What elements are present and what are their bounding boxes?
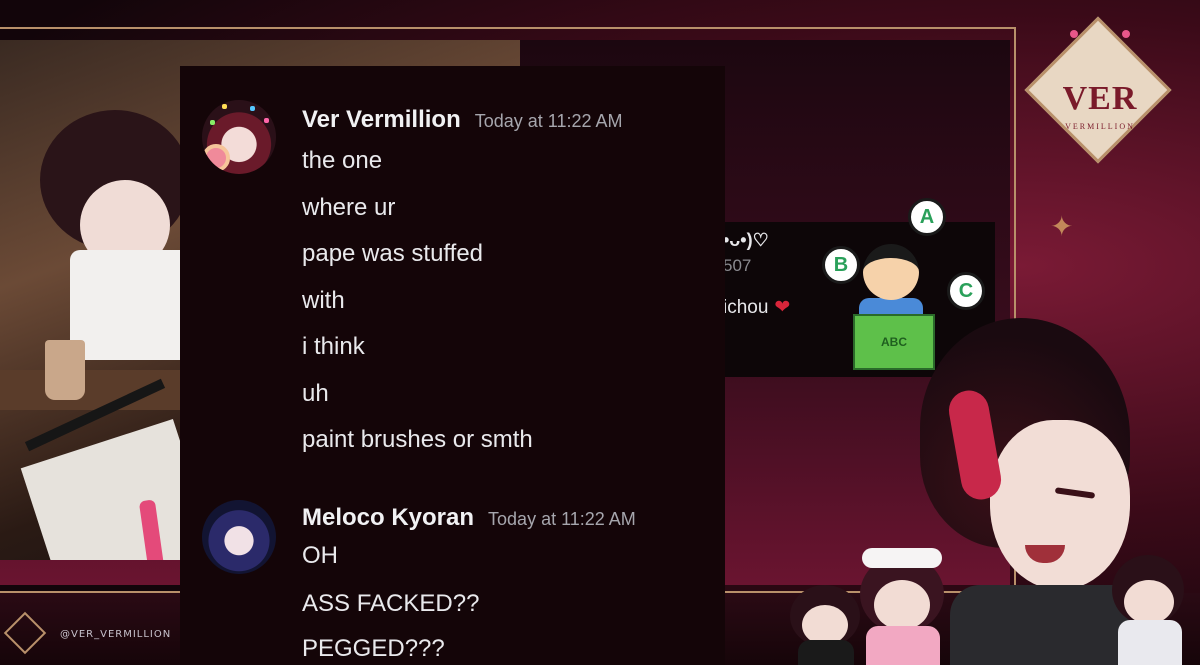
- clip-message-fragment: ichou ❤: [723, 296, 790, 319]
- message-line: OH: [302, 542, 338, 569]
- deco-dot: [1122, 30, 1130, 38]
- username[interactable]: Meloco Kyoran: [302, 504, 474, 532]
- message-line: where ur: [302, 194, 396, 221]
- answer-bubble-b: B: [822, 246, 860, 284]
- clip-message-text: ichou: [723, 297, 769, 318]
- discord-chat-overlay: Ver Vermillion Today at 11:22 AM the one…: [180, 66, 725, 665]
- chibi-1-face: [802, 605, 848, 645]
- timestamp: Today at 11:22 AM: [488, 509, 636, 529]
- message-line: ASS FACKED??: [302, 590, 480, 617]
- message-line: uh: [302, 380, 329, 407]
- social-handle: @VER_VERMILLION: [60, 629, 172, 640]
- sprinkle: [250, 106, 255, 111]
- message-header: Meloco Kyoran Today at 11:22 AM: [302, 504, 636, 532]
- compass-star-icon: ✦: [1050, 211, 1074, 242]
- clip-username-fragment: •ᴗ•)♡: [723, 230, 769, 250]
- bubble-tea-cup: [45, 340, 85, 400]
- plush-doll-body: [70, 250, 190, 360]
- logo-text: VER: [1062, 80, 1138, 117]
- answer-bubble-a: A: [908, 198, 946, 236]
- vtuber-face: [990, 420, 1130, 590]
- chibi-3-face: [1124, 580, 1174, 624]
- chibi-2-maid-headband: [862, 548, 942, 568]
- message-line: with: [302, 287, 345, 314]
- avatar[interactable]: [202, 100, 276, 174]
- reader-head: [863, 244, 919, 300]
- message-line: PEGGED???: [302, 635, 445, 662]
- message-line: i think: [302, 333, 365, 360]
- heart-icon: ❤: [774, 297, 791, 318]
- sprinkle: [210, 120, 215, 125]
- logo-subtitle: VERMILLION: [1065, 122, 1135, 131]
- chibi-2-face: [874, 580, 930, 630]
- sprinkle: [222, 104, 227, 109]
- chibi-2-maid-dress: [866, 626, 940, 665]
- message-line: paint brushes or smth: [302, 426, 533, 453]
- chibi-1-body: [798, 640, 854, 665]
- timestamp: Today at 11:22 AM: [474, 111, 623, 131]
- answer-bubble-c: C: [947, 272, 985, 310]
- message-header: Ver Vermillion Today at 11:22 AM: [302, 106, 623, 134]
- username[interactable]: Ver Vermillion: [302, 106, 461, 134]
- message-line: pape was stuffed: [302, 240, 484, 267]
- message-line: the one: [302, 147, 383, 174]
- clip-id-fragment: 507: [723, 256, 752, 275]
- abc-book: ABC: [853, 314, 935, 370]
- donut-decoration-icon: [202, 144, 230, 172]
- sprinkle: [264, 118, 269, 123]
- avatar[interactable]: [202, 500, 276, 574]
- chibi-3-body: [1118, 620, 1182, 665]
